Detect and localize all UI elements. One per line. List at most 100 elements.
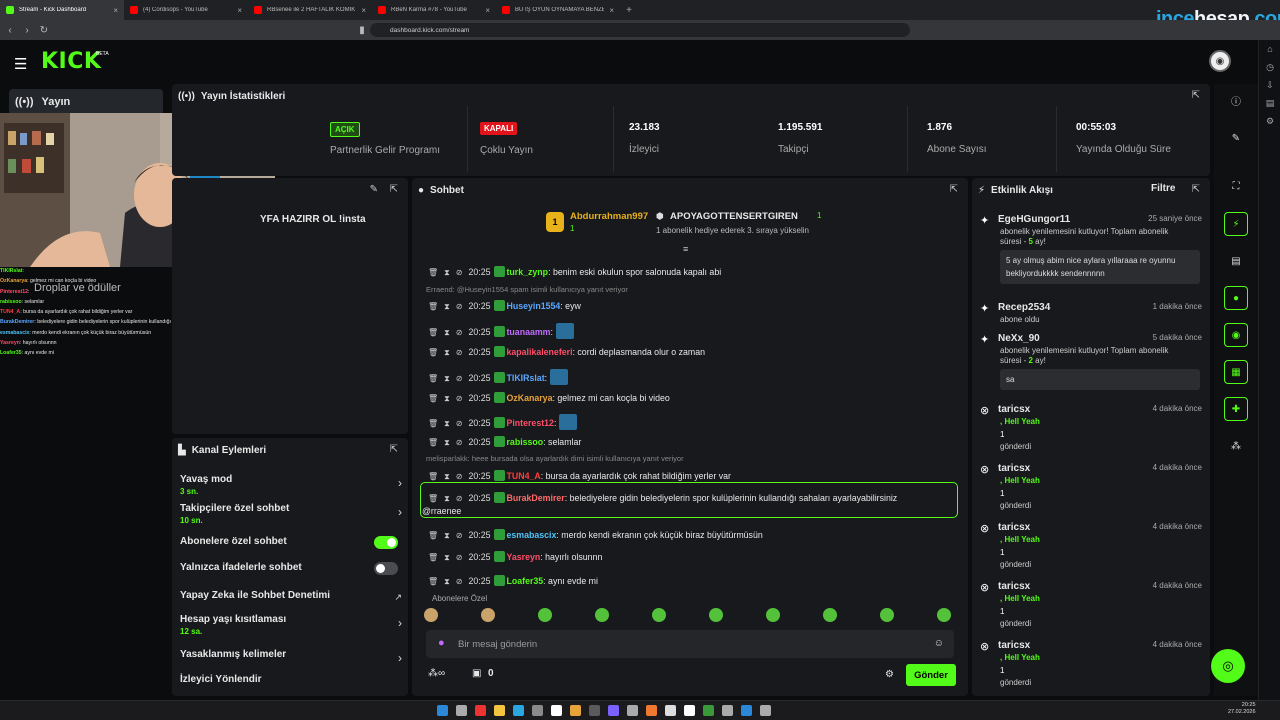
- taskbar-app-icon[interactable]: [684, 705, 695, 716]
- timeout-icon[interactable]: ⧗: [444, 553, 450, 563]
- delete-icon[interactable]: 🗑: [428, 328, 438, 337]
- emote-image[interactable]: [595, 608, 609, 622]
- chat-username[interactable]: TUN4_A: [507, 471, 541, 481]
- download-icon[interactable]: ⇩: [1259, 76, 1280, 94]
- leader-name[interactable]: APOYAGOTTENSERTGIREN: [670, 211, 798, 222]
- ban-icon[interactable]: ⊘: [456, 268, 463, 277]
- account-age-row[interactable]: Hesap yaşı kısıtlaması 12 sa. ›: [180, 614, 402, 636]
- chat-username[interactable]: esmabascix: [507, 530, 557, 540]
- timeout-icon[interactable]: ⧗: [444, 374, 450, 384]
- taskbar-app-icon[interactable]: [513, 705, 524, 716]
- event-user[interactable]: taricsx: [998, 581, 1030, 592]
- emote-image[interactable]: [652, 608, 666, 622]
- delete-icon[interactable]: 🗑: [428, 268, 438, 277]
- event-user[interactable]: Recep2534: [998, 302, 1050, 313]
- kick-logo[interactable]: KICK: [41, 49, 101, 74]
- support-button[interactable]: ◎: [1211, 649, 1245, 683]
- delete-icon[interactable]: 🗑: [428, 472, 438, 481]
- emote-image[interactable]: [709, 608, 723, 622]
- chat-username[interactable]: rabissoo: [507, 437, 544, 447]
- expand-icon[interactable]: ⇱: [1192, 90, 1200, 101]
- delete-icon[interactable]: 🗑: [428, 531, 438, 540]
- chat-username[interactable]: TIKIRslat: [507, 373, 545, 383]
- wrench-icon[interactable]: ✚: [1224, 397, 1248, 421]
- ban-icon[interactable]: ⊘: [456, 394, 463, 403]
- ban-icon[interactable]: ⊘: [456, 531, 463, 540]
- timeout-icon[interactable]: ⧗: [444, 419, 450, 429]
- microphone-icon[interactable]: ●: [438, 637, 445, 649]
- expand-icon[interactable]: ⇱: [1192, 184, 1200, 195]
- chat-username[interactable]: kapalikaleneferi: [507, 347, 573, 357]
- filter-button[interactable]: Filtre: [1151, 183, 1175, 194]
- ban-icon[interactable]: ⊘: [456, 328, 463, 337]
- menu-icon[interactable]: ☰: [14, 55, 27, 73]
- emote-image[interactable]: [880, 608, 894, 622]
- taskbar-app-icon[interactable]: [494, 705, 505, 716]
- subs-only-toggle[interactable]: [374, 536, 398, 549]
- taskbar-app-icon[interactable]: [570, 705, 581, 716]
- clip-icon[interactable]: ⛶: [1224, 174, 1248, 198]
- delete-icon[interactable]: 🗑: [428, 419, 438, 428]
- apps-icon[interactable]: ⁂: [1224, 434, 1248, 458]
- info-icon[interactable]: ⓘ: [1224, 88, 1248, 112]
- chat-icon[interactable]: ●: [1224, 286, 1248, 310]
- taskbar-app-icon[interactable]: [703, 705, 714, 716]
- bookmark-icon[interactable]: ⌂: [1259, 40, 1280, 58]
- browser-tab[interactable]: RBeN Karma #78 - YouTube ×: [372, 0, 496, 20]
- browser-tab[interactable]: (4) Cordisops - YouTube ×: [124, 0, 248, 20]
- timeout-icon[interactable]: ⧗: [444, 577, 450, 587]
- lightning-icon[interactable]: ⚡: [1224, 212, 1248, 236]
- event-user[interactable]: taricsx: [998, 463, 1030, 474]
- taskbar-app-icon[interactable]: [437, 705, 448, 716]
- reload-icon[interactable]: ↻: [37, 23, 51, 37]
- event-user[interactable]: taricsx: [998, 522, 1030, 533]
- browser-tab[interactable]: BU İŞ OYUN OYNAMAYA BENZEMİ...×: [496, 0, 620, 20]
- chat-username[interactable]: Loafer35: [507, 576, 544, 586]
- notes-icon[interactable]: ▤: [1224, 249, 1248, 273]
- chat-username[interactable]: tuanaamm: [507, 327, 551, 337]
- ai-moderation-row[interactable]: Yapay Zeka ile Sohbet Denetimi ↗: [180, 590, 402, 602]
- expand-icon[interactable]: ⇱: [390, 184, 398, 195]
- taskbar-app-icon[interactable]: [589, 705, 600, 716]
- chat-username[interactable]: BurakDemirer: [507, 493, 565, 503]
- delete-icon[interactable]: 🗑: [428, 553, 438, 562]
- emote-image[interactable]: [766, 608, 780, 622]
- back-icon[interactable]: ‹: [3, 23, 17, 37]
- leader-name[interactable]: Abdurrahman997: [570, 211, 648, 222]
- timeout-icon[interactable]: ⧗: [444, 268, 450, 278]
- notes-icon[interactable]: ▤: [1259, 94, 1280, 112]
- ban-icon[interactable]: ⊘: [456, 577, 463, 586]
- settings-icon[interactable]: ⚙: [885, 669, 894, 680]
- timeout-icon[interactable]: ⧗: [444, 302, 450, 312]
- close-tab-icon[interactable]: ×: [237, 6, 242, 15]
- chat-username[interactable]: turk_zynp: [507, 267, 549, 277]
- delete-icon[interactable]: 🗑: [428, 374, 438, 383]
- delete-icon[interactable]: 🗑: [428, 348, 438, 357]
- nav-item-stream[interactable]: ((•)) Yayın: [9, 89, 163, 115]
- event-user[interactable]: taricsx: [998, 404, 1030, 415]
- taskbar-app-icon[interactable]: [475, 705, 486, 716]
- taskbar-app-icon[interactable]: [646, 705, 657, 716]
- emote-image[interactable]: [424, 608, 438, 622]
- chat-username[interactable]: OzKanarya: [507, 393, 553, 403]
- forward-icon[interactable]: ›: [20, 23, 34, 37]
- emoji-icon[interactable]: ☺: [934, 638, 944, 649]
- gift-icon[interactable]: ▣: [472, 668, 481, 679]
- taskbar-app-icon[interactable]: [760, 705, 771, 716]
- edit-icon[interactable]: ✎: [370, 184, 378, 195]
- browser-tab[interactable]: Stream - Kick Dashboard ×: [0, 0, 124, 20]
- chat-username[interactable]: Huseyin1554: [507, 301, 561, 311]
- timeout-icon[interactable]: ⧗: [444, 438, 450, 448]
- expand-icon[interactable]: ⇱: [950, 184, 958, 195]
- chat-input[interactable]: ● Bir mesaj gönderin ☺: [426, 630, 954, 658]
- event-user[interactable]: EgeHGungor11: [998, 214, 1070, 225]
- ban-icon[interactable]: ⊘: [456, 494, 463, 503]
- close-tab-icon[interactable]: ×: [113, 6, 118, 15]
- timeout-icon[interactable]: ⧗: [444, 494, 450, 504]
- bookmark-icon[interactable]: ▮: [355, 23, 369, 37]
- new-tab-button[interactable]: +: [620, 0, 638, 20]
- event-user[interactable]: NeXx_90: [998, 333, 1040, 344]
- timeout-icon[interactable]: ⧗: [444, 348, 450, 358]
- edit-icon[interactable]: ✎: [1224, 126, 1248, 150]
- send-button[interactable]: Gönder: [906, 664, 956, 686]
